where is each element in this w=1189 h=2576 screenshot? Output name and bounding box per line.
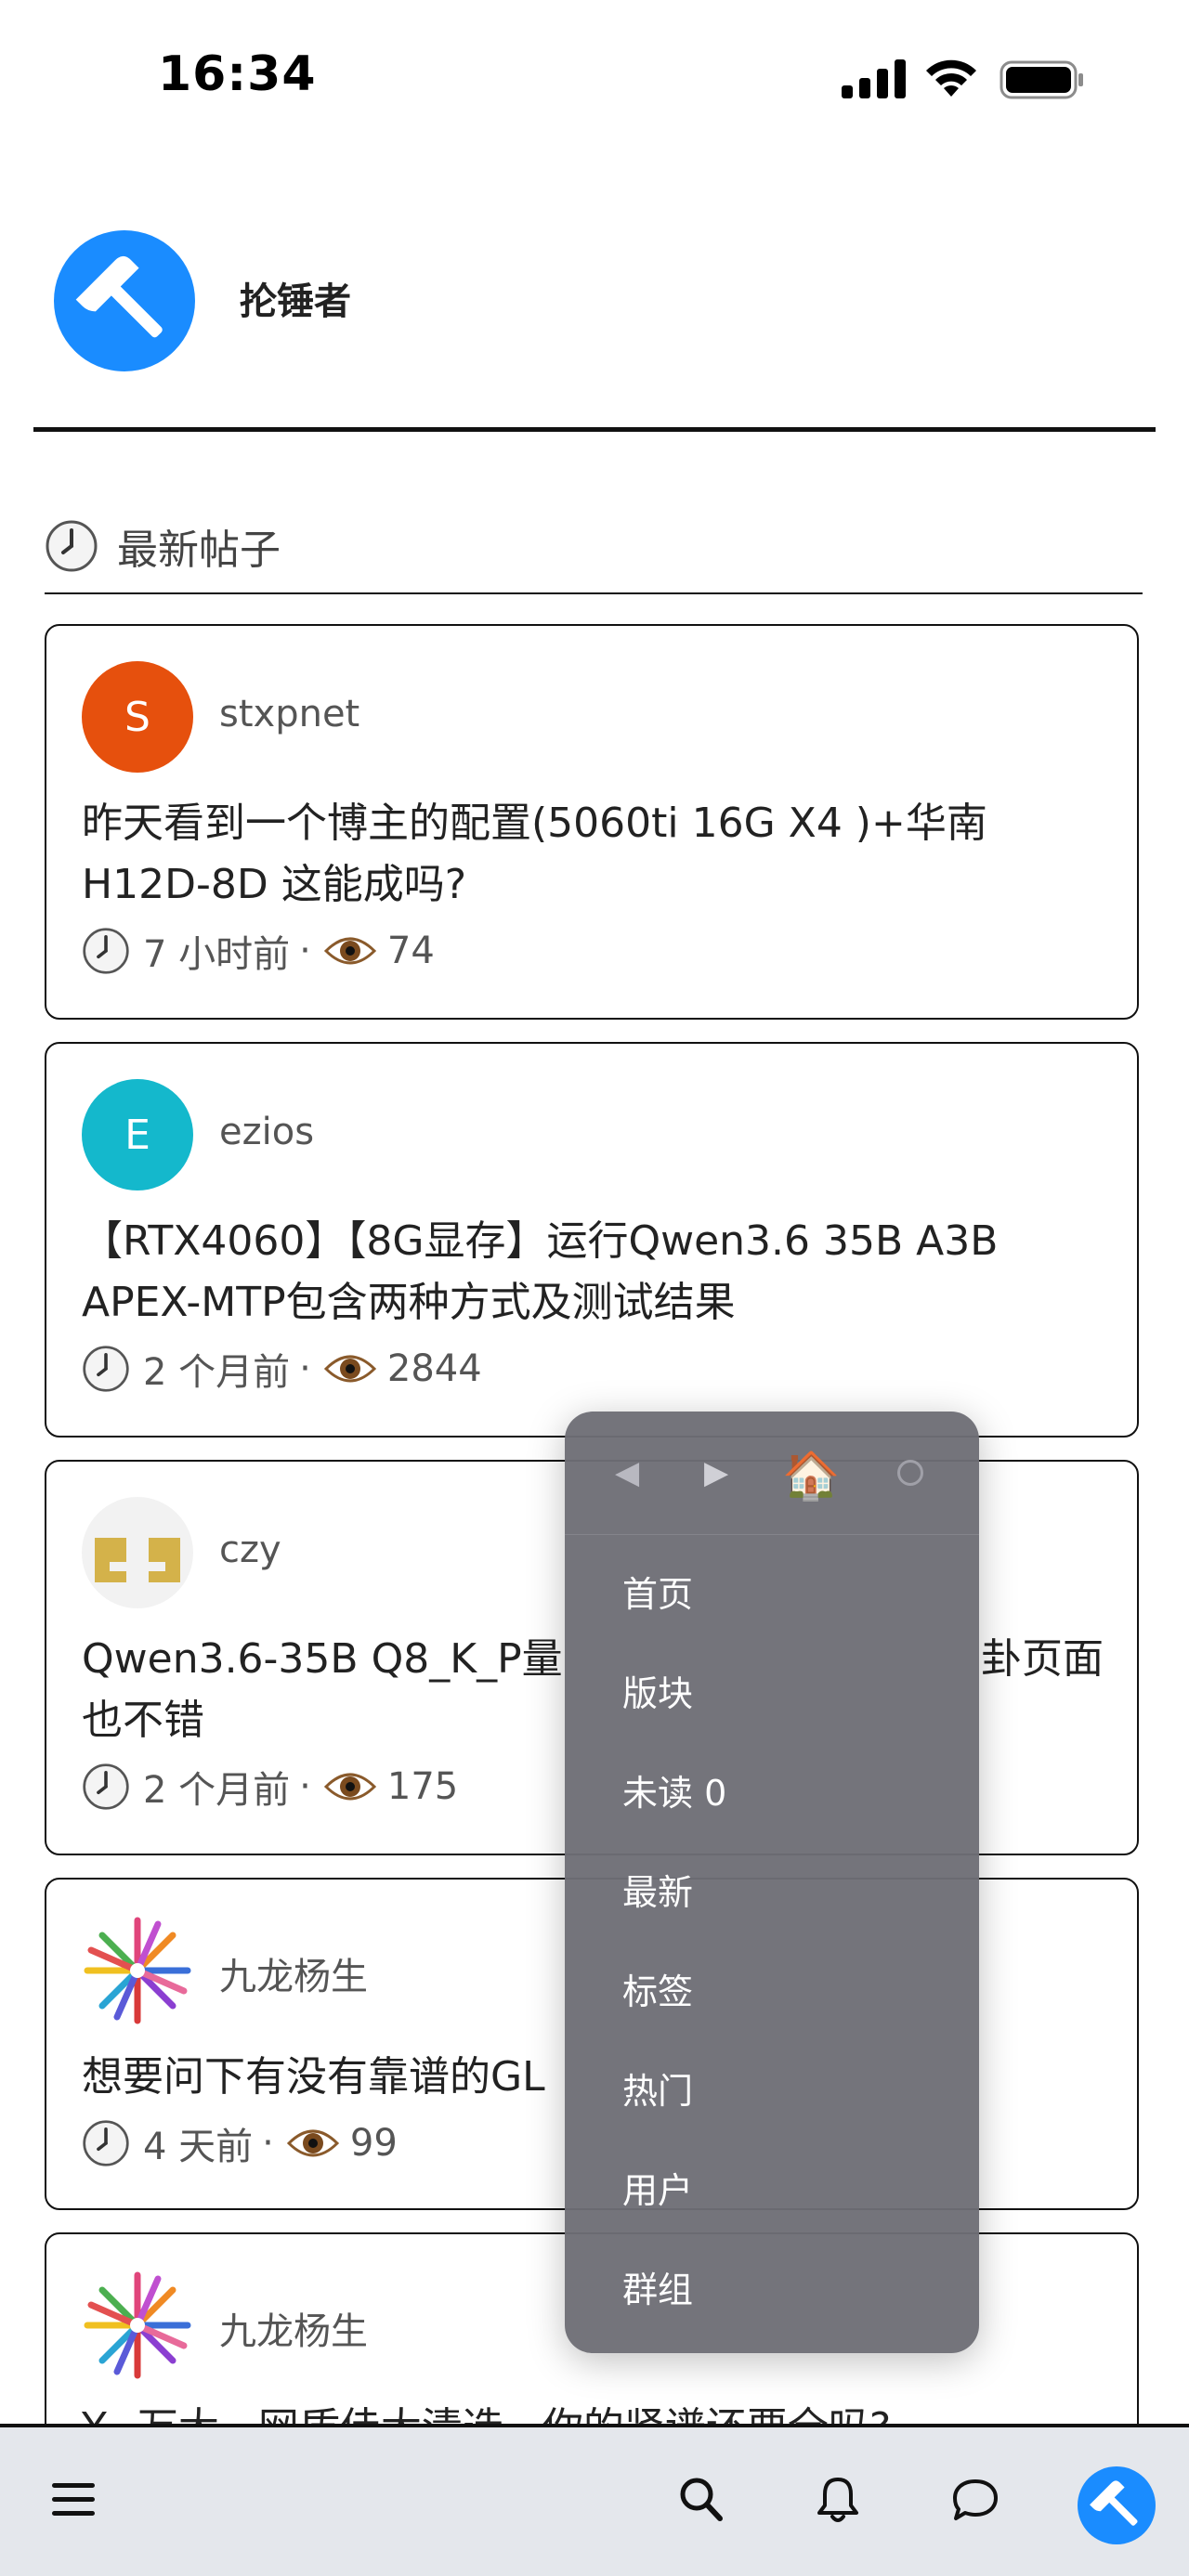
hammer-icon	[75, 255, 163, 338]
menu-item-unread[interactable]: 未读 0	[622, 1764, 726, 1815]
wifi-icon	[926, 59, 976, 97]
hammer-icon	[1090, 2480, 1138, 2526]
topic-username[interactable]: ezios	[219, 1111, 314, 1153]
menu-item-groups[interactable]: 群组	[622, 2261, 693, 2312]
popup-divider	[565, 1534, 979, 1535]
home-icon[interactable]: 🏠	[782, 1449, 840, 1503]
topic-views: 175	[386, 1765, 459, 1808]
meta-separator: ·	[299, 1765, 311, 1808]
topic-views: 2844	[386, 1347, 482, 1390]
topic-title-left: Qwen3.6-35B Q8_K_P量	[82, 1635, 563, 1683]
clock-icon	[83, 928, 129, 974]
starburst-avatar	[84, 2271, 191, 2379]
clock-icon	[83, 2120, 129, 2166]
latest-topics-heading: 最新帖子	[45, 516, 281, 576]
starburst-avatar	[84, 1917, 191, 2024]
eye-icon	[323, 1355, 376, 1383]
avatar[interactable]	[82, 1497, 193, 1608]
popup-nav-row: ◀ ▶ 🏠	[565, 1412, 979, 1536]
avatar[interactable]	[82, 1915, 193, 2026]
topic-username[interactable]: 九龙杨生	[219, 1946, 368, 2000]
menu-item-tags[interactable]: 标签	[622, 1963, 693, 2014]
avatar[interactable]	[82, 2270, 193, 2381]
clock-icon	[83, 1346, 129, 1392]
site-title[interactable]: 抡锤者	[240, 271, 351, 325]
topic-card[interactable]: S stxpnet 昨天看到一个博主的配置(5060ti 16G X4 )+华南…	[45, 624, 1139, 1020]
menu-item-categories[interactable]: 版块	[622, 1665, 693, 1716]
topic-meta: 7 小时前 · 74	[82, 925, 435, 977]
meta-separator: ·	[299, 930, 311, 972]
status-time: 16:34	[158, 46, 317, 102]
clock-icon	[83, 1763, 129, 1810]
topic-age: 2 个月前	[143, 1769, 291, 1812]
topic-title[interactable]: 昨天看到一个博主的配置(5060ti 16G X4 )+华南H12D-8D 这能…	[82, 793, 1104, 916]
battery-icon	[1000, 60, 1083, 99]
topic-age: 7 小时前	[143, 933, 291, 976]
topic-title-line2: 也不错	[82, 1697, 204, 1744]
header-divider	[33, 427, 1156, 432]
section-title: 最新帖子	[117, 527, 281, 574]
topic-age: 4 天前	[143, 2126, 254, 2168]
meta-separator: ·	[299, 1347, 311, 1390]
search-icon[interactable]	[678, 2476, 725, 2524]
back-arrow-icon[interactable]: ◀	[615, 1454, 639, 1491]
meta-separator: ·	[262, 2122, 274, 2165]
eye-icon	[323, 1773, 376, 1801]
topic-age: 2 个月前	[143, 1351, 291, 1394]
avatar-letter: E	[124, 1111, 150, 1159]
avatar[interactable]: S	[82, 661, 193, 773]
bell-icon[interactable]	[816, 2474, 860, 2526]
topic-views: 99	[349, 2122, 398, 2165]
hamburger-menu-icon[interactable]	[50, 2479, 97, 2520]
topic-meta: 2 个月前 · 175	[82, 1761, 458, 1813]
avatar[interactable]: E	[82, 1079, 193, 1190]
bottom-toolbar	[0, 2424, 1189, 2576]
topic-meta: 2 个月前 · 2844	[82, 1343, 482, 1395]
menu-item-latest[interactable]: 最新	[622, 1864, 693, 1915]
eye-icon	[323, 937, 376, 965]
eye-icon	[286, 2129, 339, 2157]
topic-meta: 4 天前 · 99	[82, 2117, 398, 2169]
user-avatar[interactable]	[1078, 2466, 1156, 2544]
status-dot-icon[interactable]	[897, 1460, 923, 1486]
forward-arrow-icon[interactable]: ▶	[704, 1454, 728, 1491]
clock-icon	[46, 520, 98, 572]
cellular-signal-icon	[842, 59, 906, 98]
menu-item-users[interactable]: 用户	[622, 2162, 693, 2213]
topic-views: 74	[386, 930, 435, 972]
identicon-avatar	[95, 1538, 180, 1582]
menu-item-home[interactable]: 首页	[622, 1566, 693, 1617]
topic-username[interactable]: 九龙杨生	[219, 2301, 368, 2355]
site-logo[interactable]	[54, 230, 195, 371]
topic-title-right: 卦页面	[981, 1635, 1104, 1683]
avatar-letter: S	[124, 693, 150, 741]
section-divider	[45, 592, 1143, 594]
topic-username[interactable]: czy	[219, 1529, 281, 1571]
menu-item-popular[interactable]: 热门	[622, 2062, 693, 2114]
navigation-popup-menu: ◀ ▶ 🏠 首页 版块 未读 0 最新 标签 热门 用户 群组	[565, 1412, 979, 2353]
chat-bubble-icon[interactable]	[951, 2476, 1000, 2524]
topic-card[interactable]: E ezios 【RTX4060】【8G显存】运行Qwen3.6 35B A3B…	[45, 1042, 1139, 1438]
topic-username[interactable]: stxpnet	[219, 693, 359, 735]
status-bar: 16:34	[0, 0, 1189, 158]
topic-title[interactable]: 【RTX4060】【8G显存】运行Qwen3.6 35B A3B APEX-MT…	[82, 1211, 1104, 1334]
